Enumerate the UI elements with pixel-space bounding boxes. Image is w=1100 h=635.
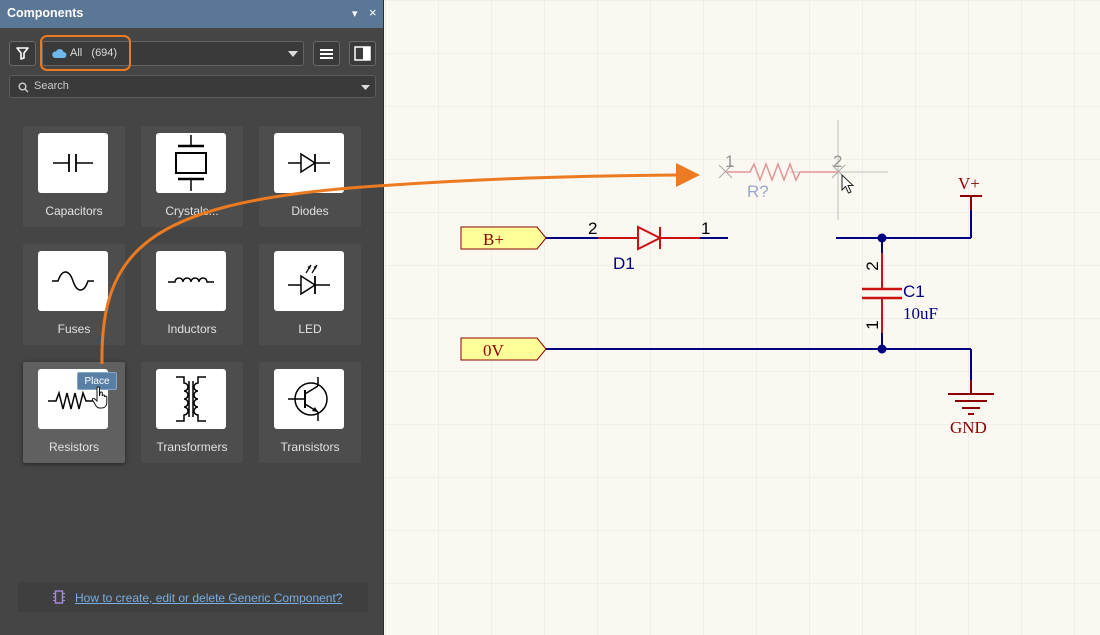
tile-transformers[interactable]: Transformers: [141, 362, 243, 463]
power-label: GND: [950, 418, 987, 437]
pin-number: 1: [701, 219, 710, 238]
crystal-icon: [156, 133, 226, 193]
power-label: V+: [958, 174, 980, 193]
chevron-down-icon: [288, 51, 298, 57]
tile-transistors[interactable]: Transistors: [259, 362, 361, 463]
funnel-icon: [16, 47, 29, 60]
tile-label: Capacitors: [45, 204, 103, 218]
transformer-icon: [156, 369, 226, 429]
tile-led[interactable]: LED: [259, 244, 361, 345]
components-panel: Components ▾ × All (694) Search Capacito…: [0, 0, 384, 635]
diode-icon: [274, 133, 344, 193]
capacitor-icon: [38, 133, 108, 193]
panel-title: Components: [7, 6, 84, 20]
port-label: B+: [483, 230, 504, 249]
pin-number: 1: [725, 152, 734, 171]
hand-cursor-icon: [91, 386, 108, 409]
port-label: 0V: [483, 341, 505, 360]
schematic-canvas[interactable]: B+ 0V 2 1 D1 2 1 C1 10uF V+ GND 1 2 R?: [385, 0, 1100, 635]
tile-diodes[interactable]: Diodes: [259, 126, 361, 227]
tile-inductors[interactable]: Inductors: [141, 244, 243, 345]
list-icon: [320, 49, 333, 59]
split-pane-icon: [354, 46, 371, 61]
tile-label: Inductors: [167, 322, 217, 336]
tile-label: Fuses: [57, 322, 91, 336]
fuse-icon: [38, 251, 108, 311]
panel-header: Components ▾ ×: [0, 0, 383, 28]
designator: D1: [613, 254, 635, 273]
tile-label: Resistors: [48, 440, 99, 454]
designator: R?: [747, 182, 769, 201]
tile-label: LED: [298, 322, 322, 336]
details-pane-button[interactable]: [349, 41, 376, 66]
pin-number: 2: [863, 261, 882, 270]
port-bplus[interactable]: B+: [460, 226, 547, 250]
list-view-button[interactable]: [313, 41, 340, 66]
pin-number: 2: [833, 152, 842, 171]
tile-label: Crystals...: [165, 204, 219, 218]
transistor-icon: [274, 369, 344, 429]
designator: C1: [903, 282, 925, 301]
inductor-icon: [156, 251, 226, 311]
tile-label: Diodes: [291, 204, 329, 218]
help-bar: How to create, edit or delete Generic Co…: [18, 582, 368, 612]
tile-label: Transistors: [280, 440, 340, 454]
search-icon: [18, 82, 29, 93]
tile-fuses[interactable]: Fuses: [23, 244, 125, 345]
help-link[interactable]: How to create, edit or delete Generic Co…: [75, 591, 342, 605]
tile-crystals[interactable]: Crystals...: [141, 126, 243, 227]
tile-capacitors[interactable]: Capacitors: [23, 126, 125, 227]
filter-highlight-callout: [40, 35, 131, 71]
port-0v[interactable]: 0V: [460, 337, 547, 361]
pin-number: 1: [863, 320, 882, 329]
pin-number: 2: [588, 219, 597, 238]
panel-menu-dropdown-icon[interactable]: ▾: [352, 6, 358, 22]
chevron-down-icon: [361, 85, 370, 90]
tile-label: Transformers: [156, 440, 228, 454]
search-input[interactable]: Search: [9, 75, 376, 98]
chip-icon: [53, 590, 65, 604]
search-placeholder: Search: [34, 80, 69, 92]
component-value: 10uF: [903, 304, 938, 323]
panel-close-icon[interactable]: ×: [369, 5, 377, 21]
led-icon: [274, 251, 344, 311]
filter-button[interactable]: [9, 41, 36, 66]
